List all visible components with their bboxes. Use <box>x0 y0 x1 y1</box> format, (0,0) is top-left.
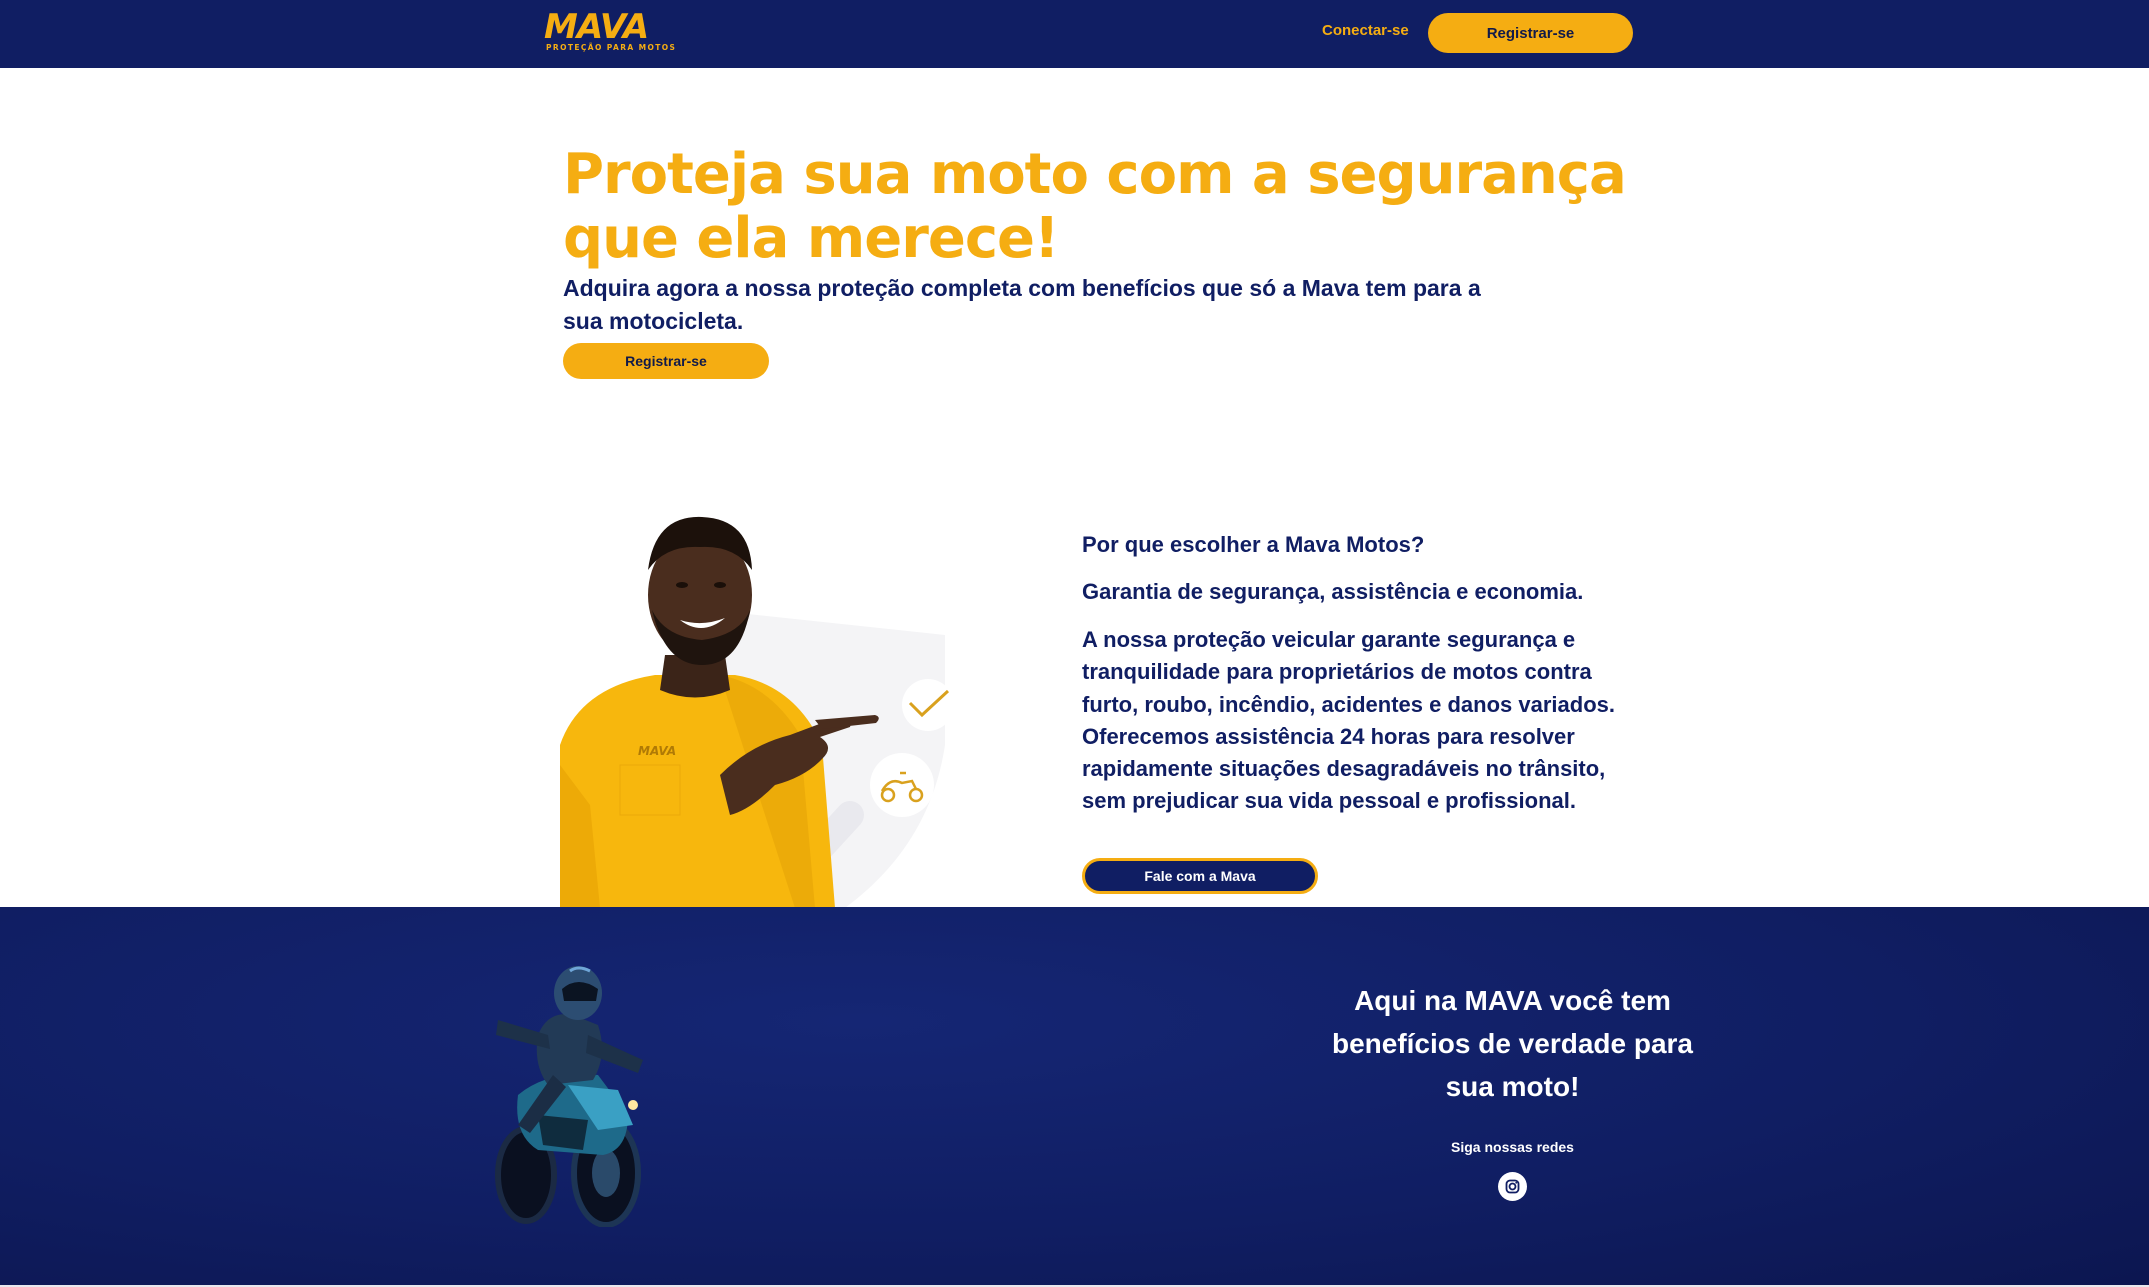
contact-mava-button[interactable]: Fale com a Mava <box>1082 858 1318 894</box>
why-description: A nossa proteção veicular garante segura… <box>1082 627 1615 814</box>
why-question: Por que escolher a Mava Motos? <box>1082 532 1425 557</box>
hero-subtitle: Adquira agora a nossa proteção completa … <box>563 275 1481 334</box>
why-tagline: Garantia de segurança, assistência e eco… <box>1082 579 1584 604</box>
footer-section <box>0 907 2149 1287</box>
mava-logo[interactable]: MAVA PROTEÇÃO PARA MOTOS <box>544 7 677 56</box>
shirt-logo: MAVA <box>638 744 676 758</box>
login-link[interactable]: Conectar-se <box>1322 22 1409 39</box>
logo-tagline: PROTEÇÃO PARA MOTOS <box>546 43 677 52</box>
follow-us-label: Siga nossas redes <box>1451 1139 1574 1155</box>
hero-title: Proteja sua moto com a segurança que ela… <box>563 142 1627 271</box>
hero-register-button[interactable]: Registrar-se <box>563 343 769 379</box>
motorcycle-rider-image <box>478 965 658 1228</box>
top-navbar: MAVA PROTEÇÃO PARA MOTOS Conectar-se Reg… <box>0 0 2149 68</box>
footer-title: Aqui na MAVA você tem benefícios de verd… <box>1331 985 1694 1102</box>
smiling-man-image: MAVA <box>560 515 950 908</box>
instagram-icon[interactable] <box>1498 1172 1527 1201</box>
logo-wordmark: MAVA <box>544 7 649 47</box>
scooter-icon <box>870 753 934 817</box>
header-register-button[interactable]: Registrar-se <box>1428 13 1633 53</box>
